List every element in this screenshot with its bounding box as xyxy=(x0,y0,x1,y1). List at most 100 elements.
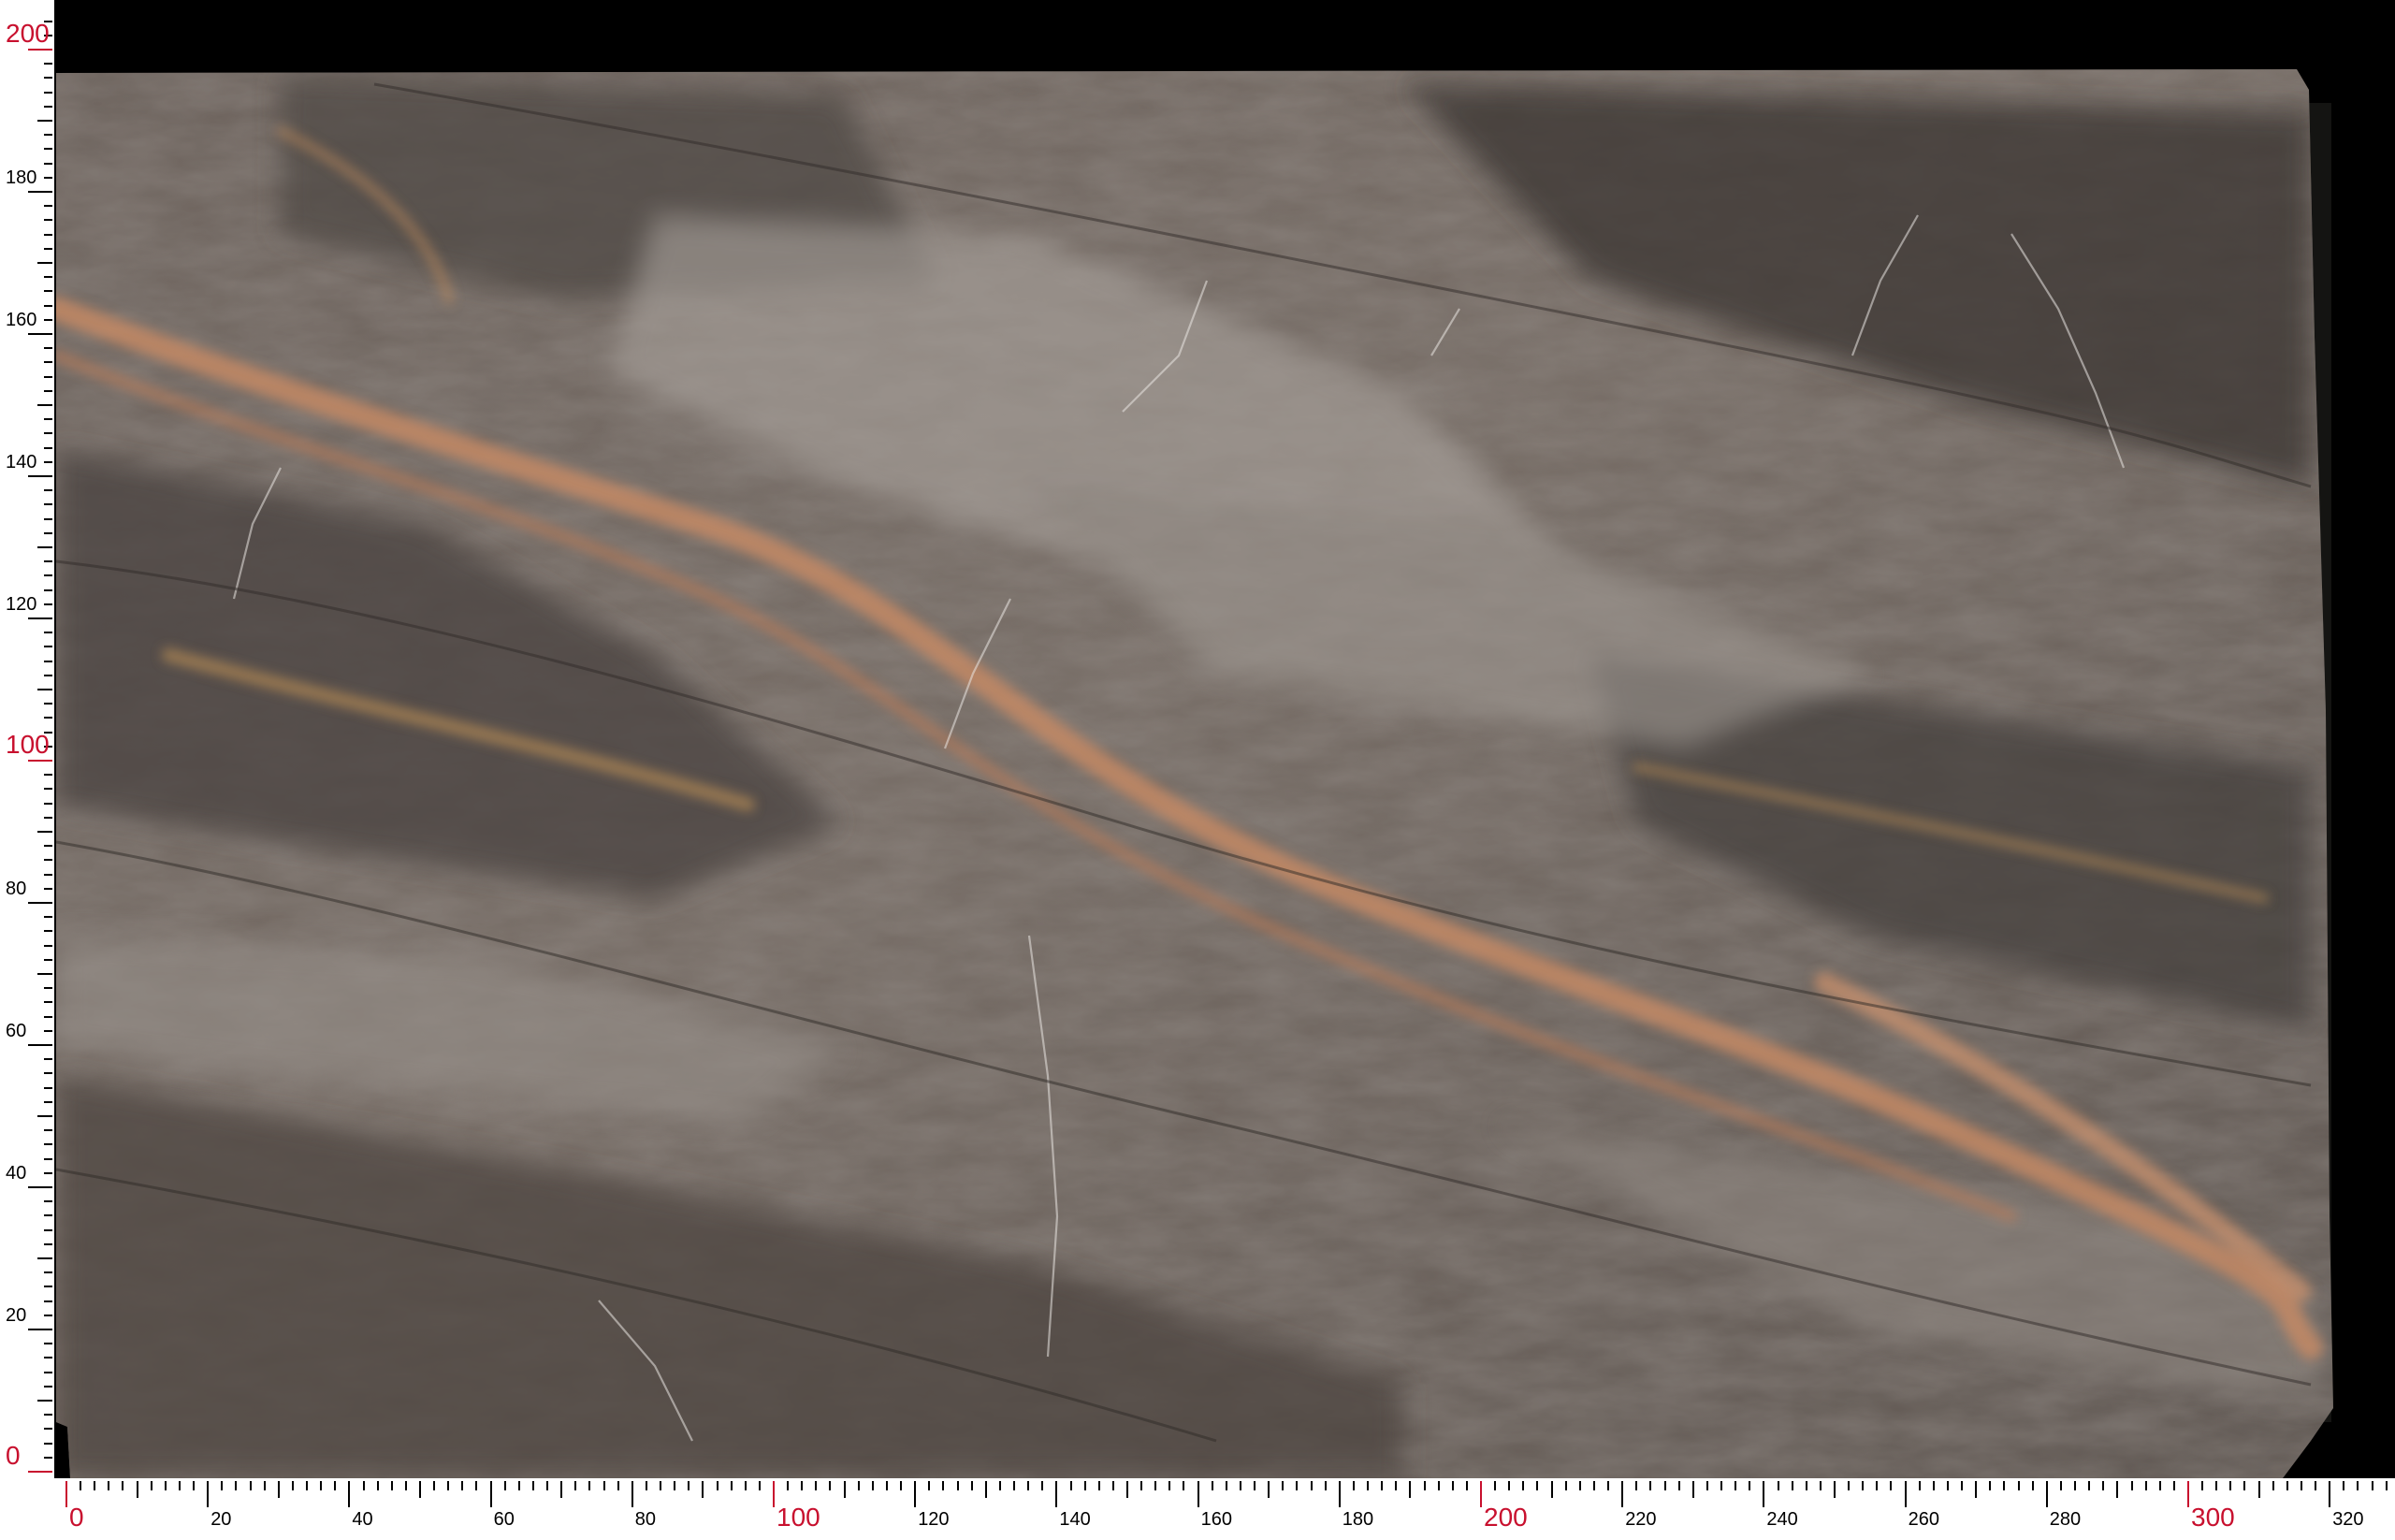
x-tick xyxy=(1465,1481,1468,1490)
x-tick xyxy=(362,1481,365,1490)
y-tick xyxy=(44,1414,52,1417)
y-tick xyxy=(44,958,52,961)
x-tick xyxy=(1848,1481,1851,1490)
x-ruler-label: 160 xyxy=(1200,1509,1232,1530)
y-tick xyxy=(44,276,52,279)
y-tick xyxy=(44,489,52,492)
x-tick xyxy=(1381,1481,1384,1490)
y-tick xyxy=(44,219,52,222)
x-tick xyxy=(1961,1481,1964,1490)
x-tick xyxy=(447,1481,450,1490)
x-tick xyxy=(1706,1481,1708,1490)
x-tick xyxy=(235,1481,238,1490)
y-tick xyxy=(44,205,52,208)
x-tick xyxy=(2272,1481,2274,1490)
y-tick xyxy=(44,1129,52,1132)
x-tick xyxy=(1508,1481,1511,1490)
x-tick xyxy=(348,1481,351,1507)
y-ruler-label: 160 xyxy=(6,310,37,330)
x-tick xyxy=(1677,1481,1680,1490)
x-tick xyxy=(716,1481,718,1490)
y-tick xyxy=(37,262,52,264)
x-tick xyxy=(1592,1481,1595,1490)
x-tick xyxy=(914,1481,917,1507)
x-tick xyxy=(1691,1481,1694,1498)
y-tick xyxy=(28,1471,52,1473)
x-tick xyxy=(787,1481,790,1490)
x-tick xyxy=(404,1481,407,1490)
y-tick xyxy=(44,944,52,947)
x-tick xyxy=(2229,1481,2232,1490)
x-tick xyxy=(1154,1481,1157,1490)
y-ruler-label: 140 xyxy=(6,452,37,472)
y-tick xyxy=(37,1115,52,1117)
x-tick xyxy=(1536,1481,1539,1490)
x-tick xyxy=(1946,1481,1949,1490)
y-tick xyxy=(44,916,52,919)
x-tick xyxy=(2074,1481,2077,1490)
y-tick xyxy=(44,788,52,791)
y-tick xyxy=(44,361,52,364)
x-tick xyxy=(871,1481,874,1490)
y-tick xyxy=(44,845,52,848)
x-tick xyxy=(461,1481,464,1490)
y-tick xyxy=(44,1357,52,1359)
x-tick xyxy=(730,1481,733,1490)
x-tick xyxy=(80,1481,82,1490)
y-tick xyxy=(44,1343,52,1345)
x-tick xyxy=(390,1481,393,1490)
x-ruler-label: 220 xyxy=(1625,1509,1657,1530)
y-tick xyxy=(44,603,52,605)
x-tick xyxy=(2172,1481,2175,1490)
x-tick xyxy=(674,1481,676,1490)
x-tick xyxy=(1395,1481,1398,1490)
x-tick xyxy=(2130,1481,2133,1490)
y-tick xyxy=(28,333,52,335)
x-tick xyxy=(503,1481,506,1490)
y-tick xyxy=(44,1442,52,1445)
x-ruler-label: 60 xyxy=(493,1509,515,1530)
y-tick xyxy=(28,1186,52,1188)
x-tick xyxy=(1805,1481,1807,1490)
y-tick xyxy=(37,1400,52,1402)
x-tick xyxy=(1197,1481,1199,1507)
y-tick xyxy=(44,703,52,705)
x-ruler-label: 40 xyxy=(352,1509,373,1530)
x-tick xyxy=(2315,1481,2317,1490)
x-tick xyxy=(1876,1481,1879,1490)
y-tick xyxy=(37,546,52,548)
y-tick xyxy=(44,318,52,321)
y-tick xyxy=(28,49,52,51)
x-tick xyxy=(1494,1481,1497,1490)
y-tick xyxy=(44,418,52,421)
x-tick xyxy=(2158,1481,2161,1490)
x-tick xyxy=(433,1481,436,1490)
x-tick xyxy=(1735,1481,1737,1490)
y-tick xyxy=(28,1044,52,1046)
y-tick xyxy=(28,475,52,477)
x-tick xyxy=(1649,1481,1652,1490)
y-tick xyxy=(28,760,52,762)
y-tick xyxy=(44,1015,52,1018)
x-tick xyxy=(136,1481,138,1498)
x-tick xyxy=(320,1481,323,1490)
y-tick xyxy=(44,1286,52,1288)
x-tick xyxy=(1904,1481,1907,1507)
x-tick xyxy=(1367,1481,1370,1490)
x-ruler-label: 80 xyxy=(634,1509,657,1530)
y-tick xyxy=(44,1314,52,1316)
x-tick xyxy=(885,1481,888,1490)
y-tick xyxy=(44,347,52,350)
y-tick xyxy=(44,1242,52,1245)
x-tick xyxy=(1607,1481,1610,1490)
x-tick xyxy=(1310,1481,1313,1490)
x-tick xyxy=(1480,1481,1482,1507)
x-tick xyxy=(1578,1481,1581,1490)
x-tick xyxy=(1352,1481,1355,1490)
x-tick xyxy=(1183,1481,1185,1490)
x-tick xyxy=(588,1481,591,1490)
x-tick xyxy=(1791,1481,1793,1490)
x-tick xyxy=(1254,1481,1256,1490)
y-tick xyxy=(44,588,52,591)
y-tick xyxy=(44,802,52,805)
